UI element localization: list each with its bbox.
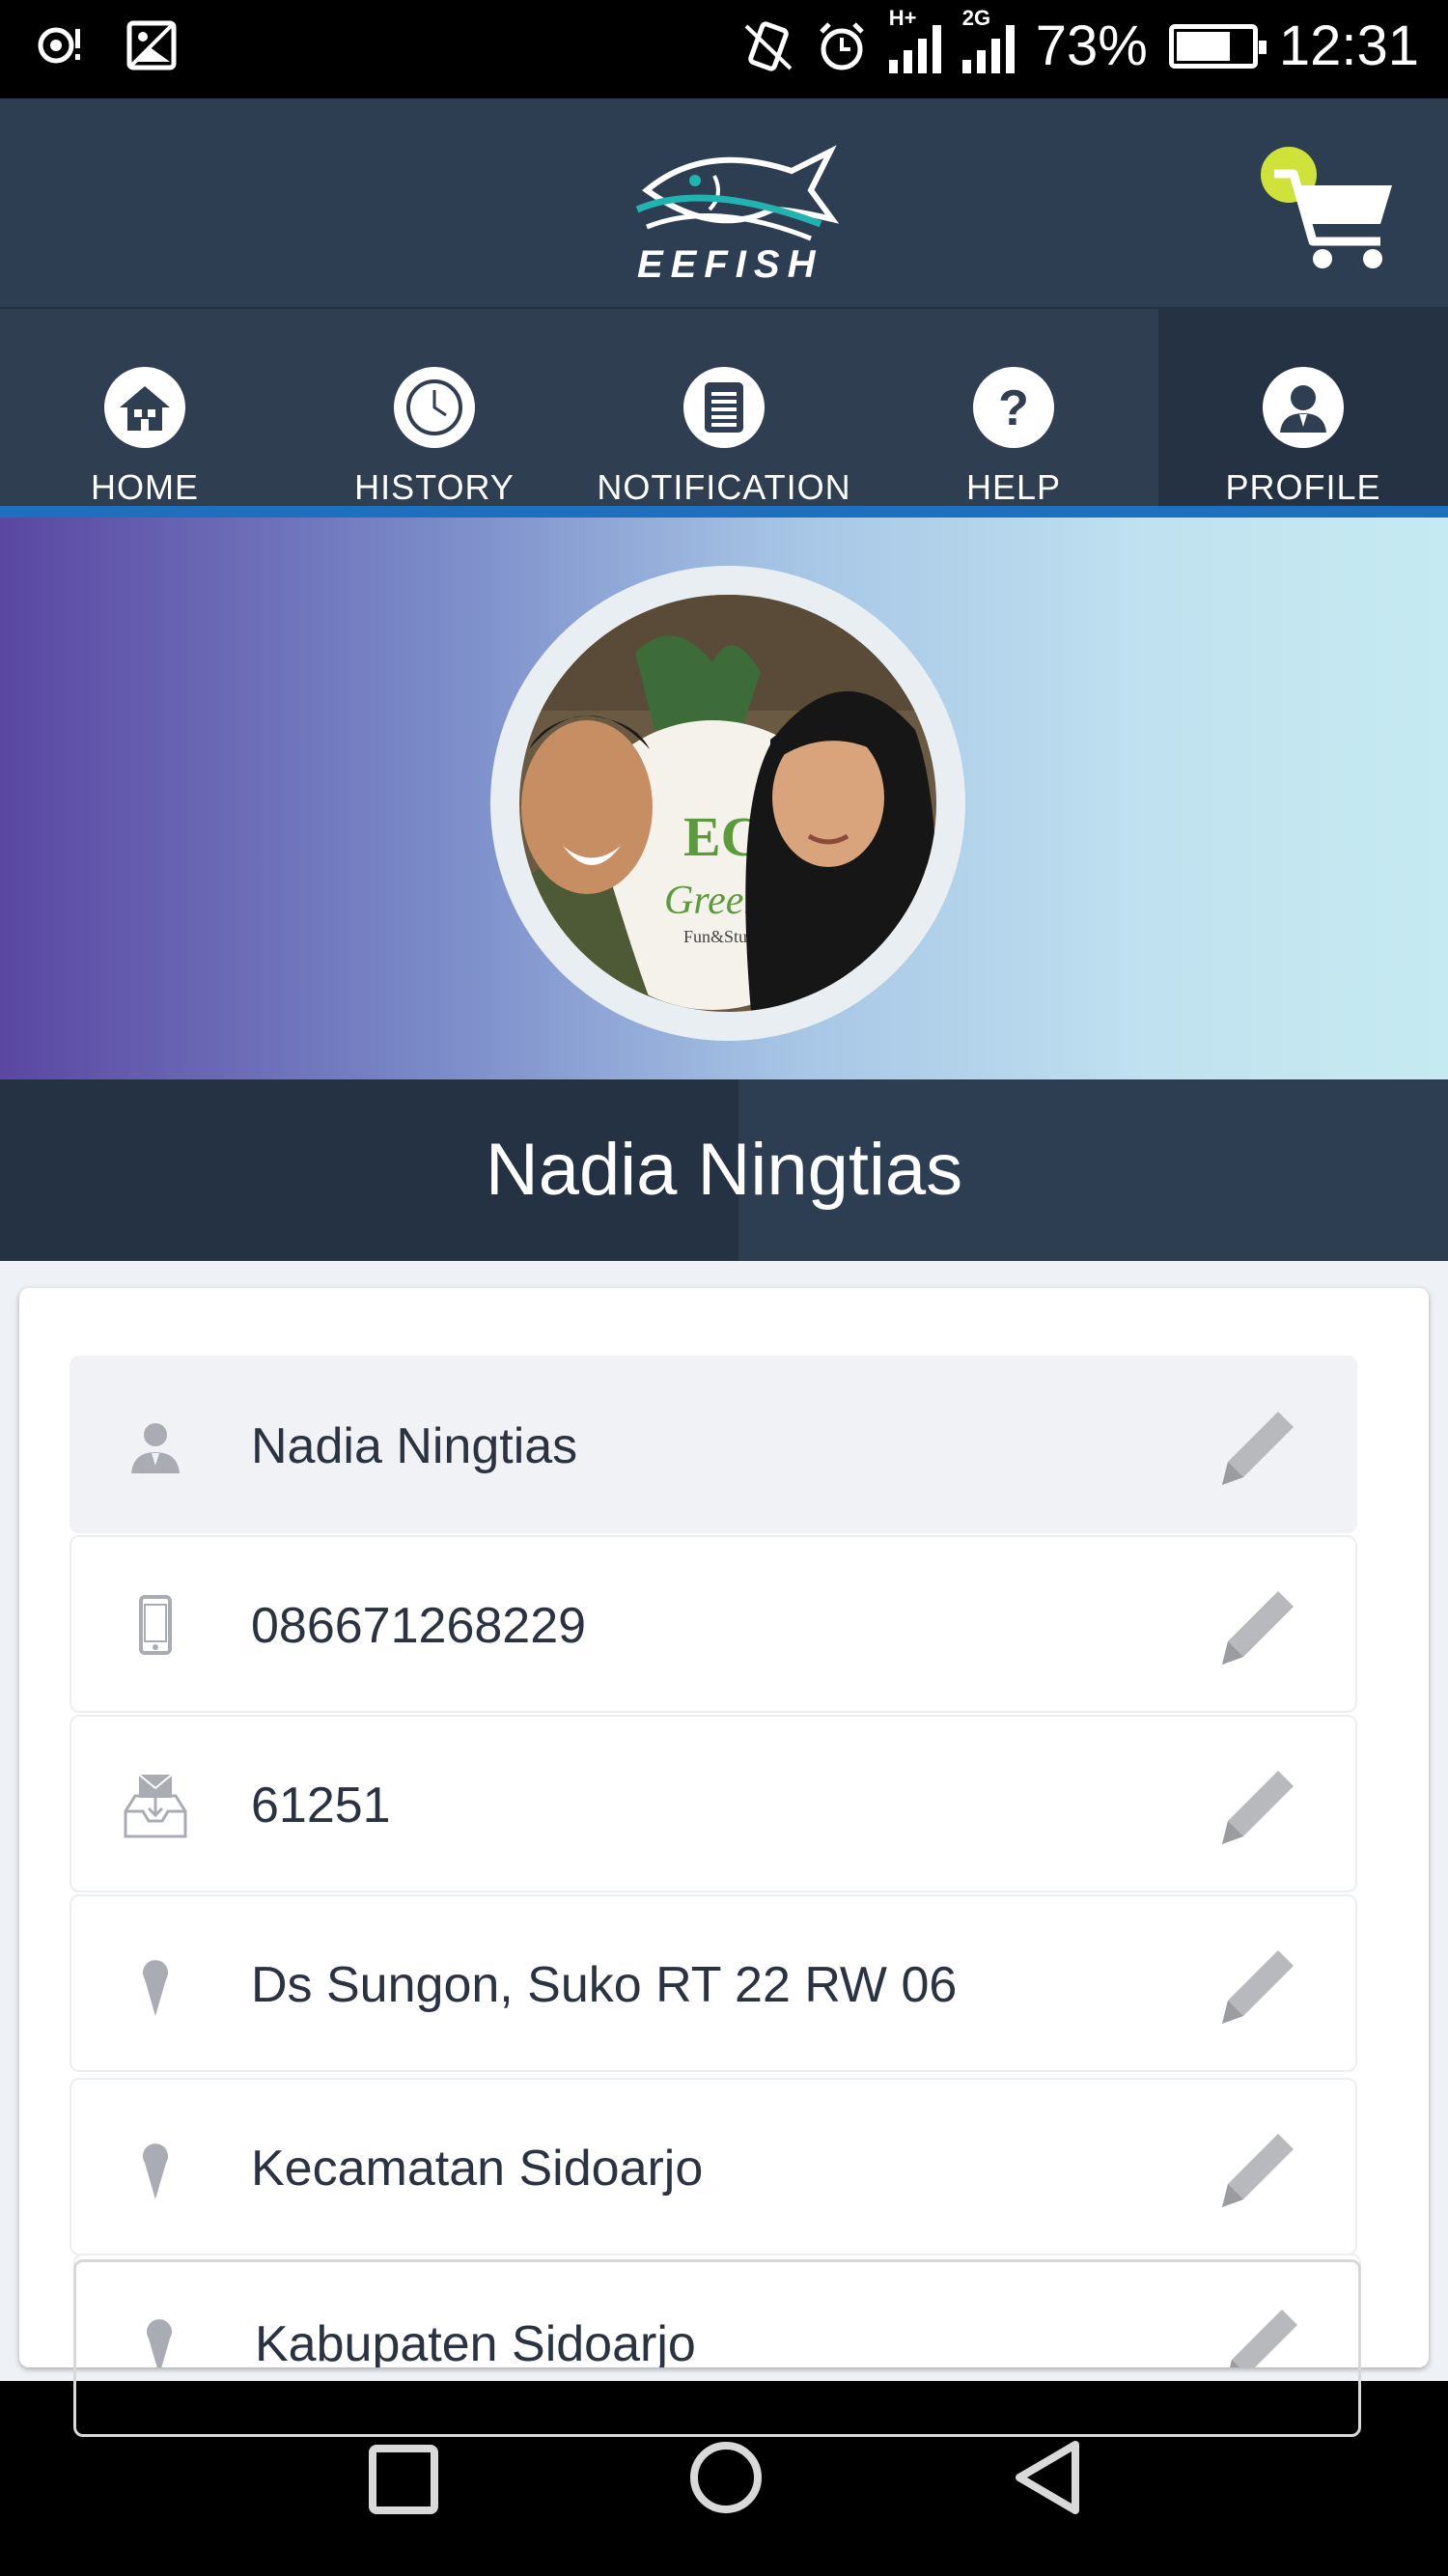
vibrate-icon [744, 20, 793, 71]
tab-label: HISTORY [354, 467, 515, 507]
field-row-regency[interactable]: Kabupaten Sidoarjo [73, 2254, 1361, 2367]
battery-icon [1168, 23, 1267, 69]
field-value: 086671268229 [251, 1598, 587, 1654]
tab-label: PROFILE [1225, 467, 1381, 507]
app-logo-text: EEFISH [637, 243, 823, 286]
recents-icon[interactable] [367, 2443, 440, 2516]
avatar-frame[interactable]: ECO Green Pa Fun&Study [490, 566, 965, 1041]
shopping-cart-icon[interactable] [1255, 145, 1400, 270]
tab-label: NOTIFICATION [597, 467, 851, 507]
field-row-phone[interactable]: 086671268229 [70, 1535, 1357, 1713]
phone-icon [139, 1595, 172, 1655]
field-row-address[interactable]: Ds Sungon, Suko RT 22 RW 06 [70, 1894, 1357, 2072]
field-row-district[interactable]: Kecamatan Sidoarjo [70, 2078, 1357, 2255]
profile-details-card: Nadia Ningtias 086671268229 61251 Ds Sun… [19, 1288, 1429, 2367]
field-value: Ds Sungon, Suko RT 22 RW 06 [251, 1957, 958, 2013]
field-value: Kabupaten Sidoarjo [255, 2316, 696, 2367]
home-circle-icon[interactable] [687, 2439, 765, 2516]
profile-name-band: Nadia Ningtias [0, 1079, 1448, 1261]
user-icon [1280, 385, 1326, 433]
status-bar: H+ 2G 73% 12:31 [0, 0, 1448, 98]
field-row-name[interactable]: Nadia Ningtias [70, 1356, 1357, 1533]
edit-pencil-icon[interactable] [1214, 1400, 1301, 1493]
profile-name-heading: Nadia Ningtias [485, 1129, 963, 1211]
list-icon [705, 382, 743, 433]
tab-notification[interactable]: NOTIFICATION [579, 309, 869, 507]
system-nav-bar [0, 2381, 1448, 2576]
tab-help[interactable]: ? HELP [869, 309, 1158, 507]
question-icon: ? [998, 380, 1029, 436]
avatar: ECO Green Pa Fun&Study [519, 595, 936, 1012]
profile-photo: ECO Green Pa Fun&Study [519, 595, 936, 1012]
tab-label: HELP [965, 467, 1062, 507]
field-value: Kecamatan Sidoarjo [251, 2141, 704, 2197]
tab-profile[interactable]: PROFILE [1158, 309, 1448, 507]
alarm-icon [819, 21, 864, 70]
signal-strength-2: 2G [961, 6, 1015, 73]
edit-pencil-icon[interactable] [1214, 1759, 1301, 1852]
svg-text:?: ? [998, 380, 1029, 436]
battery-percent: 73% [1035, 14, 1148, 77]
tab-label: HOME [91, 467, 199, 507]
profile-content: Nadia Ningtias 086671268229 61251 Ds Sun… [0, 1261, 1448, 2381]
main-nav: HOME HISTORY NOTIFICATION ? HELP PROFILE [0, 309, 1448, 507]
location-pin-icon [143, 2143, 168, 2199]
person-icon [131, 1423, 180, 1473]
app-header: EEFISH [0, 98, 1448, 309]
tab-indicator [0, 506, 1448, 518]
field-value: 61251 [251, 1778, 391, 1834]
edit-pencil-icon[interactable] [1218, 2298, 1305, 2367]
home-icon [120, 386, 170, 431]
image-icon [126, 20, 177, 70]
clock-time: 12:31 [1278, 14, 1419, 77]
tab-history[interactable]: HISTORY [290, 309, 579, 507]
clock-icon [406, 379, 462, 435]
profile-hero: ECO Green Pa Fun&Study [0, 518, 1448, 1079]
tab-home[interactable]: HOME [0, 309, 290, 507]
field-row-postal-code[interactable]: 61251 [70, 1715, 1357, 1892]
signal-strength-1: H+ [888, 6, 941, 73]
location-pin-icon [143, 1960, 168, 2016]
inbox-icon [124, 1774, 187, 1838]
hotspot-icon [38, 27, 80, 64]
field-value: Nadia Ningtias [251, 1418, 578, 1474]
edit-pencil-icon[interactable] [1214, 2122, 1301, 2215]
back-triangle-icon[interactable] [1012, 2439, 1085, 2516]
edit-pencil-icon[interactable] [1214, 1580, 1301, 1672]
location-pin-icon [147, 2319, 172, 2367]
edit-pencil-icon[interactable] [1214, 1939, 1301, 2031]
